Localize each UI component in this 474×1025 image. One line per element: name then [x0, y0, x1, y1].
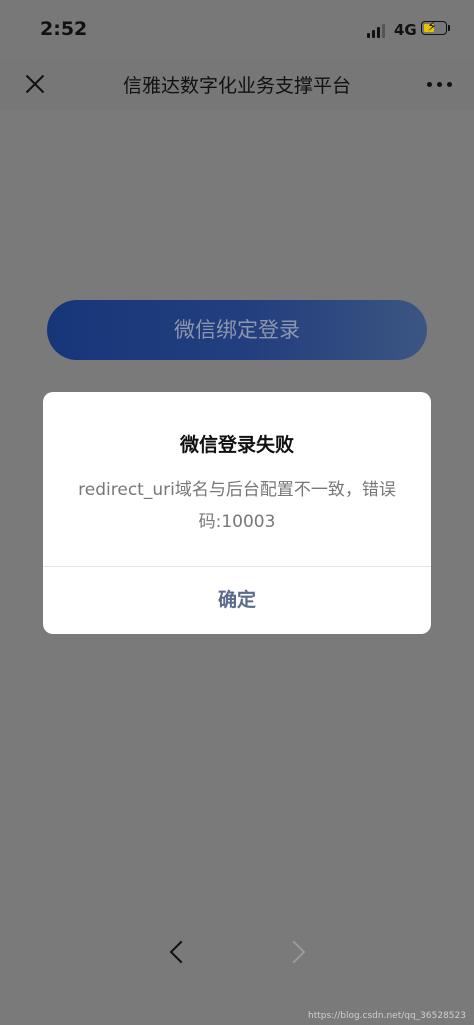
watermark: https://blog.csdn.net/qq_36528523: [307, 1011, 466, 1021]
more-icon[interactable]: [427, 82, 453, 88]
status-bar: 2:52 4G ⚡: [0, 0, 474, 60]
dialog-title: 微信登录失败: [179, 434, 294, 456]
wechat-bind-login-button[interactable]: 微信绑定登录: [47, 300, 427, 360]
confirm-button[interactable]: 确定: [43, 567, 431, 634]
close-icon[interactable]: [24, 73, 46, 95]
charging-bolt-icon: ⚡: [427, 19, 437, 35]
chevron-left-icon[interactable]: [169, 940, 193, 964]
error-dialog: 微信登录失败 redirect_uri域名与后台配置不一致，错误码:10003 …: [43, 392, 431, 634]
network-type: 4G: [394, 21, 417, 39]
battery-cap: [448, 25, 450, 31]
signal-icon: [367, 24, 389, 38]
status-time: 2:52: [40, 18, 88, 40]
dialog-message: redirect_uri域名与后台配置不一致，错误码:10003: [78, 480, 396, 532]
page-title: 信雅达数字化业务支撑平台: [122, 75, 351, 97]
chevron-right-icon[interactable]: [282, 940, 306, 964]
navigation-bar: 信雅达数字化业务支撑平台: [0, 60, 474, 110]
